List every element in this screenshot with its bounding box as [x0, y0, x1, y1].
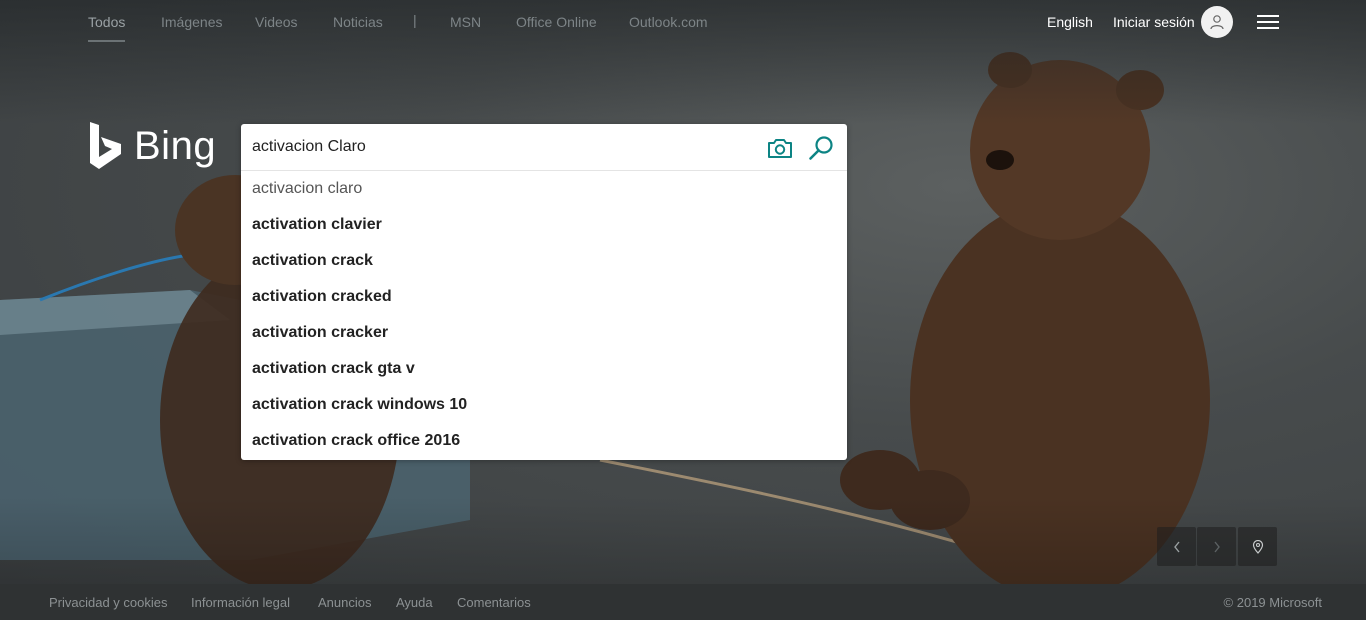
top-navigation: Todos Imágenes Videos Noticias | MSN Off… [0, 0, 1366, 44]
nav-link-msn[interactable]: MSN [450, 14, 481, 30]
camera-icon [768, 139, 792, 158]
search-input[interactable] [252, 124, 752, 170]
footer-link-help[interactable]: Ayuda [396, 595, 433, 610]
image-location-button[interactable] [1238, 527, 1277, 566]
suggestion-item[interactable]: activation crack windows 10 [241, 387, 847, 423]
language-link[interactable]: English [1047, 14, 1093, 30]
next-image-button[interactable] [1197, 527, 1236, 566]
search-row [241, 124, 847, 171]
nav-link-noticias[interactable]: Noticias [333, 14, 383, 30]
suggestion-item[interactable]: activacion claro [241, 171, 847, 207]
nav-link-videos[interactable]: Videos [255, 14, 298, 30]
nav-link-todos[interactable]: Todos [88, 14, 125, 30]
nav-separator: | [413, 12, 417, 28]
search-submit-button[interactable] [808, 135, 834, 161]
nav-link-office-online[interactable]: Office Online [516, 14, 597, 30]
copyright-text: © 2019 Microsoft [1223, 595, 1322, 610]
suggestion-list: activacion claro activation clavier acti… [241, 171, 847, 459]
suggestion-item[interactable]: activation cracked [241, 279, 847, 315]
visual-search-button[interactable] [767, 136, 793, 160]
suggestion-item[interactable]: activation crack gta v [241, 351, 847, 387]
suggestion-item[interactable]: activation cracker [241, 315, 847, 351]
nav-link-imagenes[interactable]: Imágenes [161, 14, 222, 30]
suggestion-item[interactable]: activation clavier [241, 207, 847, 243]
suggestion-item[interactable]: activation crack [241, 243, 847, 279]
suggestion-item[interactable]: activation crack office 2016 [241, 423, 847, 459]
hamburger-icon [1257, 15, 1279, 17]
user-icon [1210, 15, 1224, 30]
location-pin-icon [1252, 539, 1263, 554]
bing-logo[interactable]: Bing [88, 121, 216, 171]
chevron-right-icon [1213, 541, 1220, 552]
nav-link-outlook[interactable]: Outlook.com [629, 14, 708, 30]
hamburger-menu-button[interactable] [1257, 13, 1279, 31]
magnifier-icon [809, 136, 833, 160]
footer-link-privacy[interactable]: Privacidad y cookies [49, 595, 168, 610]
footer-link-feedback[interactable]: Comentarios [457, 595, 531, 610]
user-avatar[interactable] [1201, 6, 1233, 38]
chevron-left-icon [1173, 541, 1180, 552]
footer-link-legal[interactable]: Información legal [191, 595, 290, 610]
footer-link-ads[interactable]: Anuncios [318, 595, 371, 610]
footer: Privacidad y cookies Información legal A… [0, 584, 1366, 620]
bing-b-icon [90, 122, 121, 169]
previous-image-button[interactable] [1157, 527, 1196, 566]
nav-active-indicator [88, 40, 125, 42]
signin-link[interactable]: Iniciar sesión [1113, 14, 1195, 30]
logo-text: Bing [134, 123, 217, 168]
search-box: activacion claro activation clavier acti… [241, 124, 847, 460]
